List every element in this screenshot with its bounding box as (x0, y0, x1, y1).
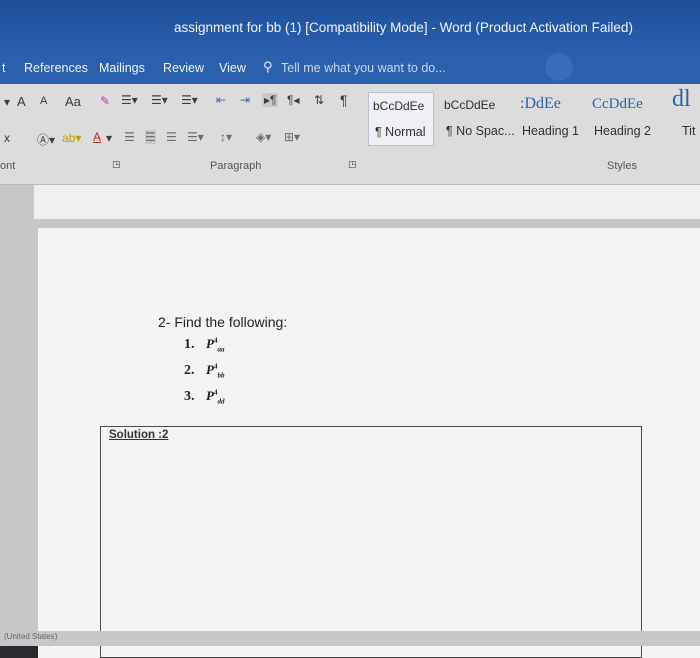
highlight-color-icon[interactable]: ab▾ (62, 131, 81, 145)
text-effects-icon[interactable]: Ⓐ▾ (37, 131, 55, 148)
paragraph-dialog-launcher-icon[interactable]: ◳ (348, 159, 357, 170)
multilevel-list-icon[interactable]: ☰▾ (181, 93, 198, 107)
style-name: Heading 1 (522, 124, 579, 138)
borders-icon[interactable]: ⊞▾ (284, 130, 300, 144)
line-spacing-icon[interactable]: ↕▾ (220, 130, 232, 144)
permutation-symbol: P4aa (206, 336, 225, 354)
ltr-icon[interactable]: ▸¶ (262, 93, 279, 107)
decrease-indent-icon[interactable]: ⇤ (216, 93, 226, 107)
style-preview: bCcDdEe (373, 99, 425, 113)
tab-mailings[interactable]: Mailings (99, 61, 145, 75)
font-color-dropdown-icon[interactable]: ▾ (106, 131, 112, 145)
style-preview: dl (672, 86, 691, 112)
style-heading-1[interactable]: :DdEe Heading 1 (516, 92, 588, 144)
clear-formatting-icon[interactable]: ✎ (100, 94, 110, 108)
tab-review[interactable]: Review (163, 61, 204, 75)
document-page[interactable]: 2- Find the following: 1. P4aa 2. P4bb 3… (38, 228, 700, 658)
previous-page-bottom (34, 185, 700, 219)
solution-label: Solution :2 (109, 429, 169, 441)
tab-view[interactable]: View (219, 61, 246, 75)
style-title[interactable]: dl Tit (668, 86, 700, 144)
sort-icon[interactable]: ⇅ (314, 93, 324, 107)
tab-references[interactable]: References (24, 61, 88, 75)
style-name: ¶ No Spac... (446, 124, 515, 138)
tell-me-search[interactable]: Tell me what you want to do... (281, 61, 446, 75)
change-case-button[interactable]: Aa (65, 94, 81, 109)
font-group-label: ont (0, 160, 16, 172)
rtl-icon[interactable]: ¶◂ (287, 93, 299, 107)
document-area: 2- Find the following: 1. P4aa 2. P4bb 3… (0, 185, 700, 658)
question-heading: 2- Find the following: (158, 314, 288, 330)
style-heading-2[interactable]: CcDdEe Heading 2 (588, 92, 658, 144)
numbering-icon[interactable]: ☰▾ (151, 93, 168, 107)
style-no-spacing[interactable]: bCcDdEe ¶ No Spac... (440, 92, 515, 144)
permutation-symbol: P4dd (206, 388, 225, 406)
status-bar: (United States) (0, 631, 700, 646)
show-marks-icon[interactable]: ¶ (340, 92, 348, 108)
style-normal[interactable]: bCcDdEe ¶ Normal (368, 92, 434, 146)
list-item: 2. P4bb (184, 362, 225, 380)
bullets-icon[interactable]: ☰▾ (121, 93, 138, 107)
tab-insert-partial[interactable]: t (2, 61, 5, 75)
account-icon[interactable] (545, 53, 573, 81)
title-bar: assignment for bb (1) [Compatibility Mod… (0, 0, 700, 52)
shading-icon[interactable]: ◈▾ (256, 130, 271, 144)
style-name: ¶ Normal (375, 125, 426, 139)
increase-indent-icon[interactable]: ⇥ (240, 93, 250, 107)
align-center-icon[interactable]: ☰ (145, 130, 156, 144)
permutation-symbol: P4bb (206, 362, 225, 380)
style-preview: bCcDdEe (444, 98, 496, 112)
lightbulb-icon: ⚲ (263, 59, 273, 74)
ribbon: ▾ A A Aa ✎ ☰▾ ☰▾ ☰▾ ⇤ ⇥ ▸¶ ¶◂ ⇅ ¶ x Ⓐ▾ a… (0, 84, 700, 185)
window-title: assignment for bb (1) [Compatibility Mod… (174, 20, 633, 35)
align-left-icon[interactable]: ☰ (124, 130, 135, 144)
shrink-font-button[interactable]: A (40, 95, 47, 107)
font-dropdown-arrow-icon[interactable]: ▾ (4, 95, 10, 109)
style-preview: CcDdEe (592, 96, 643, 112)
font-color-button[interactable]: A (93, 130, 101, 144)
ribbon-tabs: t References Mailings Review View ⚲ Tell… (0, 52, 700, 84)
style-name: Tit (682, 124, 696, 138)
styles-group-label: Styles (607, 160, 637, 172)
superscript-button[interactable]: x (4, 131, 10, 145)
grow-font-button[interactable]: A (17, 94, 26, 109)
language-status[interactable]: (United States) (4, 632, 57, 641)
list-item: 3. P4dd (184, 388, 225, 406)
font-dialog-launcher-icon[interactable]: ◳ (112, 159, 121, 170)
paragraph-group-label: Paragraph (210, 160, 262, 172)
style-preview: :DdEe (520, 95, 561, 112)
list-item: 1. P4aa (184, 336, 225, 354)
align-right-icon[interactable]: ☰ (166, 130, 177, 144)
solution-box[interactable]: Solution :2 (100, 426, 642, 658)
justify-icon[interactable]: ☰▾ (187, 130, 204, 144)
style-name: Heading 2 (594, 124, 651, 138)
